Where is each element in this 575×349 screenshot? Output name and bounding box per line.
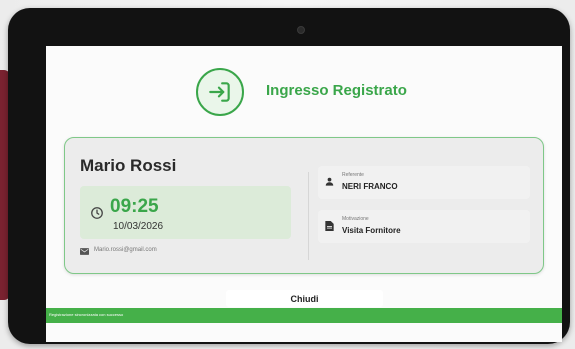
- visitor-card: Mario Rossi 09:25 10/03/2026 Mario.rossi…: [64, 137, 544, 274]
- motivazione-panel: Motivazione Visita Fornitore: [318, 210, 530, 243]
- visitor-email: Mario.rossi@gmail.com: [94, 247, 157, 253]
- motivazione-value: Visita Fornitore: [342, 226, 401, 235]
- success-snackbar: Registrazione sincronizzata con successo: [46, 308, 562, 323]
- referente-panel: Referente NERI FRANCO: [318, 166, 530, 199]
- referente-label: Referente: [342, 172, 364, 178]
- photo-background: Ingresso Registrato Mario Rossi 09:25 10…: [0, 0, 575, 349]
- enter-icon: [196, 68, 244, 116]
- document-icon: [325, 221, 334, 231]
- app-screen: Ingresso Registrato Mario Rossi 09:25 10…: [46, 46, 562, 342]
- card-divider: [308, 172, 309, 260]
- referente-value: NERI FRANCO: [342, 182, 398, 191]
- person-icon: [325, 177, 334, 186]
- camera-icon: [297, 26, 305, 34]
- clock-icon: [91, 207, 103, 219]
- page-title: Ingresso Registrato: [266, 82, 407, 99]
- entry-time-panel: 09:25 10/03/2026: [80, 186, 291, 239]
- entry-date: 10/03/2026: [113, 221, 164, 232]
- confirmation-header: Ingresso Registrato: [46, 68, 562, 118]
- visitor-name: Mario Rossi: [80, 156, 177, 175]
- mail-icon: [80, 248, 89, 255]
- snackbar-message: Registrazione sincronizzata con successo: [49, 312, 124, 317]
- motivazione-label: Motivazione: [342, 216, 369, 222]
- entry-time: 09:25: [110, 196, 159, 217]
- tablet-device: Ingresso Registrato Mario Rossi 09:25 10…: [8, 8, 570, 344]
- close-button[interactable]: Chiudi: [226, 290, 383, 307]
